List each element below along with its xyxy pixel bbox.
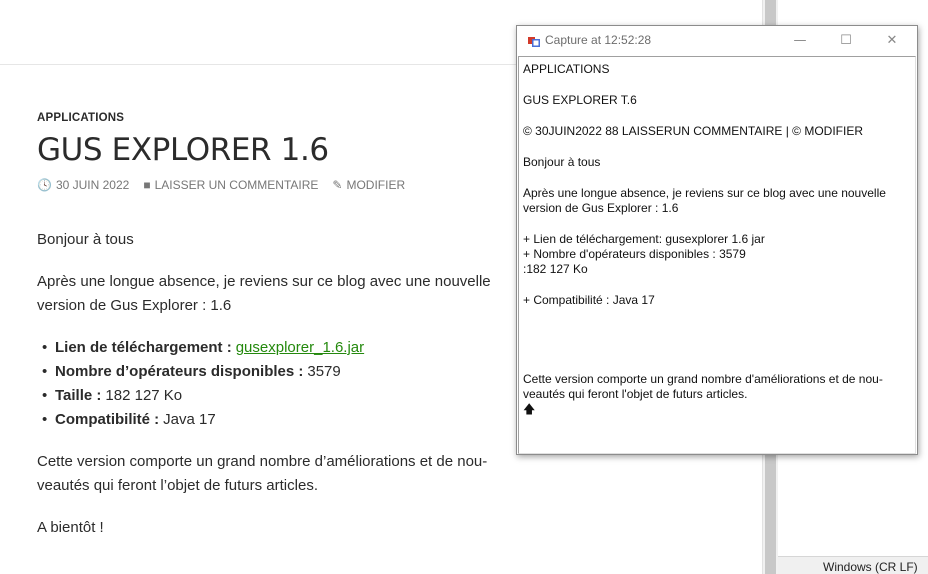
capture-text-line <box>523 277 911 293</box>
list-item: • Nombre d’opérateurs disponibles : 3579 <box>37 360 527 384</box>
capture-text-line: + Compatibilité : Java 17 <box>523 293 655 307</box>
capture-text-line <box>523 308 911 324</box>
list-item: • Lien de téléchargement : gusexplorer_1… <box>37 336 527 360</box>
edit-link[interactable]: ✎ MODIFIER <box>332 178 405 192</box>
capture-text-line <box>523 356 911 372</box>
comment-link-text: LAISSER UN COMMENTAIRE <box>154 178 319 192</box>
minimize-icon[interactable]: — <box>777 29 823 53</box>
bullet: • <box>42 387 48 404</box>
capture-text-line <box>523 170 911 186</box>
list-label: Nombre d’opérateurs disponibles : <box>55 363 304 380</box>
capture-text-line: + Lien de téléchargement: gusexplorer 1.… <box>523 232 765 246</box>
capture-window-title: Capture at 12:52:28 <box>545 33 652 47</box>
capture-text-line: GUS EXPLORER T.6 <box>523 93 637 107</box>
clock-icon: 🕓 <box>37 178 52 192</box>
bullet: • <box>42 363 48 380</box>
blog-post: APPLICATIONS GUS EXPLORER 1.6 🕓 30 JUIN … <box>37 112 527 540</box>
capture-text-line <box>523 340 911 356</box>
capture-text-line: Bonjour à tous <box>523 155 601 169</box>
capture-text-line: APPLICATIONS <box>523 62 610 76</box>
capture-text-line: version de Gus Explorer : 1.6 <box>523 201 679 215</box>
post-date-text: 30 JUIN 2022 <box>55 178 130 192</box>
list-value: 3579 <box>307 363 341 380</box>
capture-text-line <box>523 139 911 155</box>
bullet: • <box>42 411 48 428</box>
capture-text-line: + Nombre d'opérateurs disponibles : 3579 <box>523 247 746 261</box>
list-label: Compatibilité : <box>55 411 160 428</box>
comment-icon: ■ <box>143 178 151 192</box>
capture-text-line: © 30JUIN2022 88 LAISSERUN COMMENTAIRE | … <box>523 124 863 138</box>
bullet: • <box>42 339 48 356</box>
post-title: GUS EXPLORER 1.6 <box>37 132 329 168</box>
capture-text-line <box>523 216 911 232</box>
list-label: Taille : <box>55 387 102 404</box>
capture-app-icon <box>528 37 540 47</box>
capture-window: Capture at 12:52:28 — ☐ ✕ APPLICATIONS GU… <box>516 25 918 455</box>
info-list: • Lien de téléchargement : gusexplorer_1… <box>37 336 527 432</box>
list-item: • Taille : 182 127 Ko <box>37 384 527 408</box>
maximize-icon[interactable]: ☐ <box>823 29 869 53</box>
post-meta: 🕓 30 JUIN 2022 ■ LAISSER UN COMMENTAIRE … <box>37 178 527 192</box>
intro-paragraph: Après une longue absence, je reviens sur… <box>37 273 491 314</box>
capture-text-area[interactable]: APPLICATIONS GUS EXPLORER T.6 © 30JUIN2022… <box>518 56 916 454</box>
list-item: • Compatibilité : Java 17 <box>37 408 527 432</box>
capture-text-line: veautés qui feront l'objet de futurs art… <box>523 387 748 401</box>
capture-text-line <box>523 324 911 340</box>
close-icon[interactable]: ✕ <box>869 29 915 53</box>
post-date[interactable]: 🕓 30 JUIN 2022 <box>37 178 129 192</box>
greeting: Bonjour à tous <box>37 231 134 248</box>
arrow-up-icon: 🡅 <box>523 402 536 416</box>
comment-link[interactable]: ■ LAISSER UN COMMENTAIRE <box>143 178 318 192</box>
post-category[interactable]: APPLICATIONS <box>37 112 527 124</box>
pencil-icon: ✎ <box>332 178 343 192</box>
capture-text-line: Après une longue absence, je reviens sur… <box>523 186 886 200</box>
capture-text-line: Cette version comporte un grand nombre d… <box>523 372 883 386</box>
edit-link-text: MODIFIER <box>346 178 406 192</box>
list-value: 182 127 Ko <box>105 387 183 404</box>
capture-text-line <box>523 77 911 93</box>
closing-line: A bientôt ! <box>37 519 104 536</box>
download-link[interactable]: gusexplorer_1.6.jar <box>236 336 364 360</box>
list-value: Java 17 <box>163 411 216 428</box>
capture-text-line <box>523 108 911 124</box>
capture-text-line: :182 127 Ko <box>523 262 588 276</box>
line-ending-status[interactable]: Windows (CR LF) <box>823 560 918 574</box>
body-paragraph: Cette version comporte un grand nombre d… <box>37 453 488 494</box>
editor-status-bar: Windows (CR LF) <box>778 556 928 574</box>
list-label: Lien de téléchargement : <box>55 339 232 356</box>
capture-titlebar[interactable]: Capture at 12:52:28 — ☐ ✕ <box>517 26 917 56</box>
